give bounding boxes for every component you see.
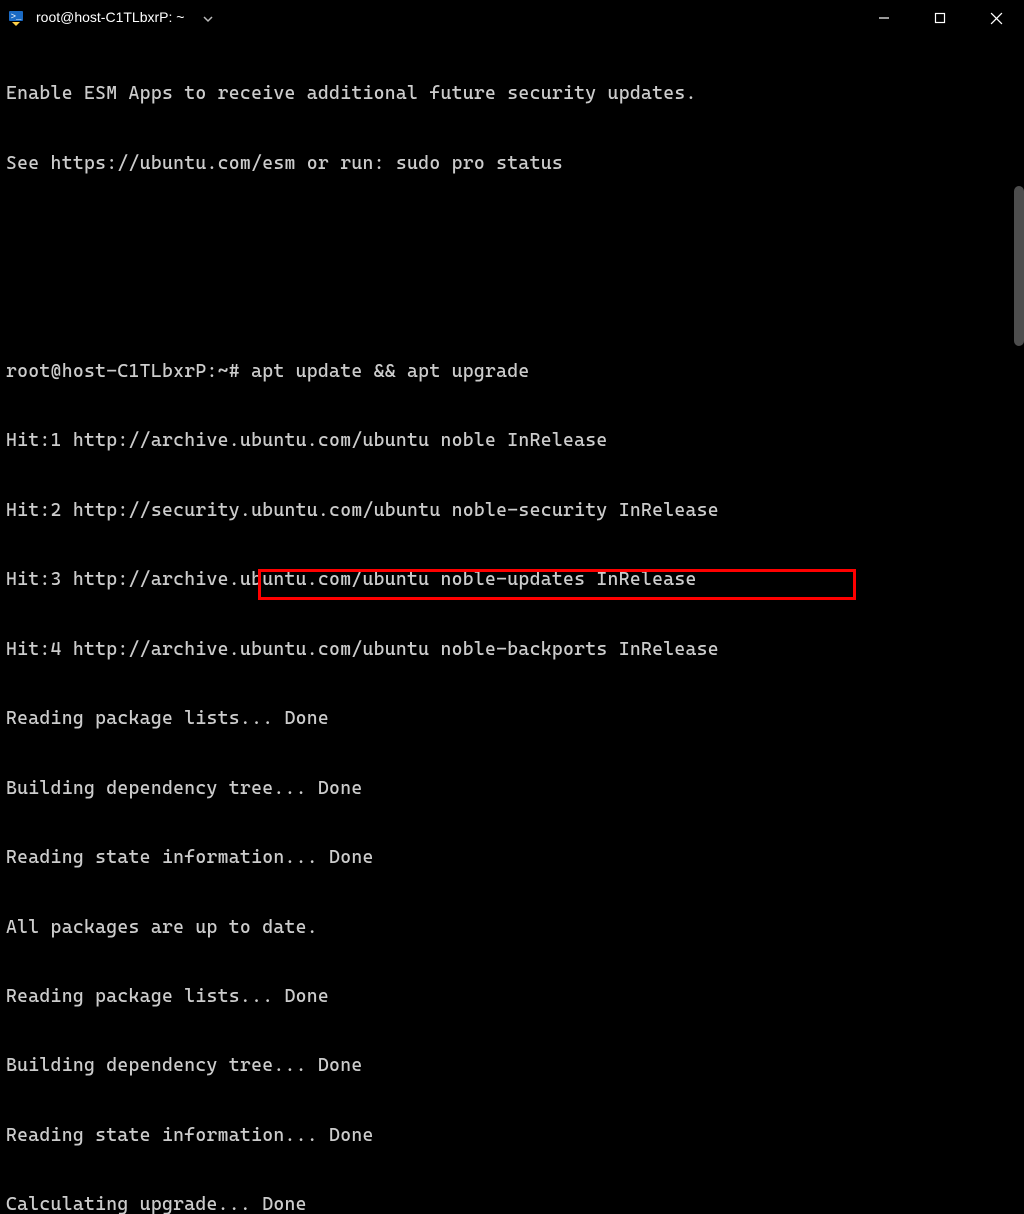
output-line: Hit:1 http://archive.ubuntu.com/ubuntu n… bbox=[6, 429, 1018, 452]
new-tab-button[interactable] bbox=[188, 0, 228, 36]
output-line: Reading package lists... Done bbox=[6, 707, 1018, 730]
scrollbar-thumb[interactable] bbox=[1014, 186, 1024, 346]
output-line: Reading state information... Done bbox=[6, 1124, 1018, 1147]
output-line: Reading package lists... Done bbox=[6, 985, 1018, 1008]
app-icon: >_ bbox=[8, 8, 28, 28]
output-line: Building dependency tree... Done bbox=[6, 1054, 1018, 1077]
output-line: Reading state information... Done bbox=[6, 846, 1018, 869]
output-line: Hit:2 http://security.ubuntu.com/ubuntu … bbox=[6, 499, 1018, 522]
terminal-output[interactable]: Enable ESM Apps to receive additional fu… bbox=[0, 36, 1024, 1214]
output-line: Calculating upgrade... Done bbox=[6, 1193, 1018, 1214]
maximize-button[interactable] bbox=[912, 0, 968, 36]
output-line: root@host-C1TLbxrP:~# apt update && apt … bbox=[6, 360, 1018, 383]
window-titlebar: >_ root@host-C1TLbxrP: ~ bbox=[0, 0, 1024, 36]
output-line: See https://ubuntu.com/esm or run: sudo … bbox=[6, 152, 1018, 175]
output-line bbox=[6, 291, 1018, 314]
close-button[interactable] bbox=[968, 0, 1024, 36]
svg-text:>_: >_ bbox=[11, 12, 22, 22]
output-line: Enable ESM Apps to receive additional fu… bbox=[6, 82, 1018, 105]
output-line: Hit:3 http://archive.ubuntu.com/ubuntu n… bbox=[6, 568, 1018, 591]
output-line bbox=[6, 221, 1018, 244]
window-controls bbox=[856, 0, 1024, 36]
minimize-button[interactable] bbox=[856, 0, 912, 36]
window-title: root@host-C1TLbxrP: ~ bbox=[36, 9, 184, 27]
output-line: All packages are up to date. bbox=[6, 916, 1018, 939]
output-line: Hit:4 http://archive.ubuntu.com/ubuntu n… bbox=[6, 638, 1018, 661]
output-line: Building dependency tree... Done bbox=[6, 777, 1018, 800]
scrollbar-track[interactable] bbox=[1012, 36, 1024, 607]
